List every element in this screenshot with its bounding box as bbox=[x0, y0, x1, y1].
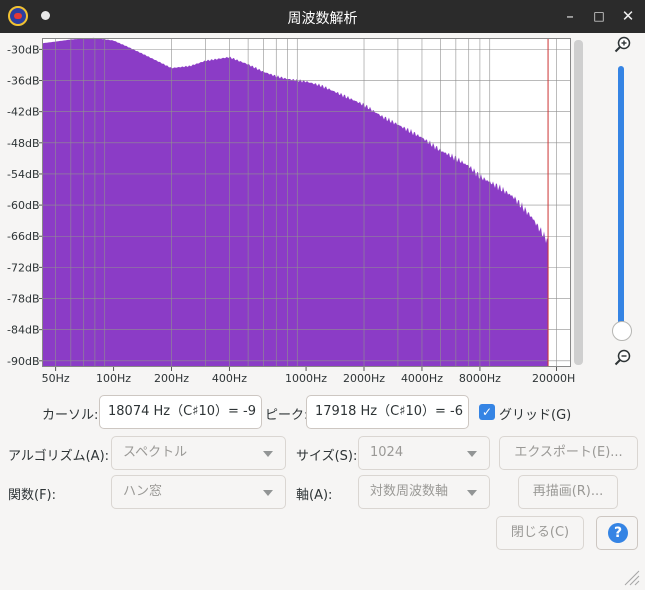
function-select[interactable]: ハン窓 bbox=[111, 475, 286, 509]
close-button[interactable]: 閉じる(C) bbox=[496, 516, 584, 550]
x-tick-label: 200Hz bbox=[154, 372, 189, 385]
vertical-scrollbar[interactable] bbox=[574, 40, 583, 365]
chevron-down-icon bbox=[263, 451, 273, 457]
y-tick-label: -90dB bbox=[7, 355, 40, 368]
maximize-button[interactable]: □ bbox=[589, 6, 609, 26]
cursor-label: カーソル: bbox=[42, 408, 99, 423]
help-icon: ? bbox=[608, 523, 628, 543]
x-tick-label: 20000Hz bbox=[532, 372, 575, 385]
spectrum-chart[interactable]: -30dB -36dB -42dB -48dB -54dB -60dB -66dB -72dB… bbox=[0, 36, 575, 388]
y-tick-label: -36dB bbox=[7, 75, 40, 88]
algorithm-select-value: スペクトル bbox=[123, 445, 188, 460]
x-tick-label: 400Hz bbox=[212, 372, 247, 385]
x-tick-label: 4000Hz bbox=[401, 372, 443, 385]
chevron-down-icon bbox=[263, 490, 273, 496]
zoom-out-icon[interactable] bbox=[614, 349, 632, 367]
y-tick-label: -48dB bbox=[7, 137, 40, 150]
zoom-in-icon[interactable] bbox=[614, 36, 632, 54]
y-tick-label: -84dB bbox=[7, 324, 40, 337]
cursor-value-field[interactable]: 18074 Hz（C♯10）= -9 bbox=[99, 395, 262, 429]
y-tick-label: -60dB bbox=[7, 199, 40, 212]
size-select[interactable]: 1024 bbox=[358, 436, 490, 470]
replot-button[interactable]: 再描画(R)... bbox=[518, 475, 618, 509]
algorithm-label: アルゴリズム(A): bbox=[8, 449, 110, 464]
axis-label: 軸(A): bbox=[296, 488, 333, 503]
grid-checkbox-label[interactable]: グリッド(G) bbox=[499, 404, 571, 423]
y-tick-label: -78dB bbox=[7, 293, 40, 306]
chevron-down-icon bbox=[467, 451, 477, 457]
function-label: 関数(F): bbox=[8, 488, 57, 503]
function-select-value: ハン窓 bbox=[123, 484, 163, 499]
minimize-button[interactable]: – bbox=[560, 6, 580, 26]
export-button[interactable]: エクスポート(E)... bbox=[499, 436, 638, 470]
x-tick-label: 2000Hz bbox=[343, 372, 385, 385]
y-tick-label: -30dB bbox=[7, 43, 40, 56]
size-label: サイズ(S): bbox=[296, 449, 358, 464]
help-button[interactable]: ? bbox=[596, 516, 638, 550]
peak-value-field[interactable]: 17918 Hz（C♯10）= -6 bbox=[306, 395, 469, 429]
window-title: 周波数解析 bbox=[287, 11, 358, 27]
x-tick-label: 50Hz bbox=[42, 372, 70, 385]
axis-select-value: 対数周波数軸 bbox=[370, 484, 449, 499]
peak-label: ピーク: bbox=[265, 408, 309, 423]
title-bar: 周波数解析 – □ ✕ bbox=[0, 0, 645, 33]
grid-checkbox[interactable]: ✓ bbox=[479, 404, 495, 420]
close-window-button[interactable]: ✕ bbox=[618, 6, 638, 26]
algorithm-select[interactable]: スペクトル bbox=[111, 436, 286, 470]
chevron-down-icon bbox=[467, 490, 477, 496]
y-tick-label: -66dB bbox=[7, 230, 40, 243]
zoom-slider-track[interactable] bbox=[618, 66, 624, 328]
y-tick-label: -54dB bbox=[7, 168, 40, 181]
x-tick-label: 100Hz bbox=[96, 372, 131, 385]
y-tick-label: -42dB bbox=[7, 106, 40, 119]
zoom-slider-handle[interactable] bbox=[612, 321, 632, 341]
size-select-value: 1024 bbox=[370, 445, 404, 460]
y-tick-label: -72dB bbox=[7, 261, 40, 274]
x-tick-label: 8000Hz bbox=[459, 372, 501, 385]
axis-select[interactable]: 対数周波数軸 bbox=[358, 475, 490, 509]
x-tick-label: 1000Hz bbox=[285, 372, 327, 385]
resize-grip-icon[interactable] bbox=[622, 568, 640, 586]
spectrum-plot[interactable]: -30dB -36dB -42dB -48dB -54dB -60dB -66dB -72dB… bbox=[0, 36, 575, 388]
